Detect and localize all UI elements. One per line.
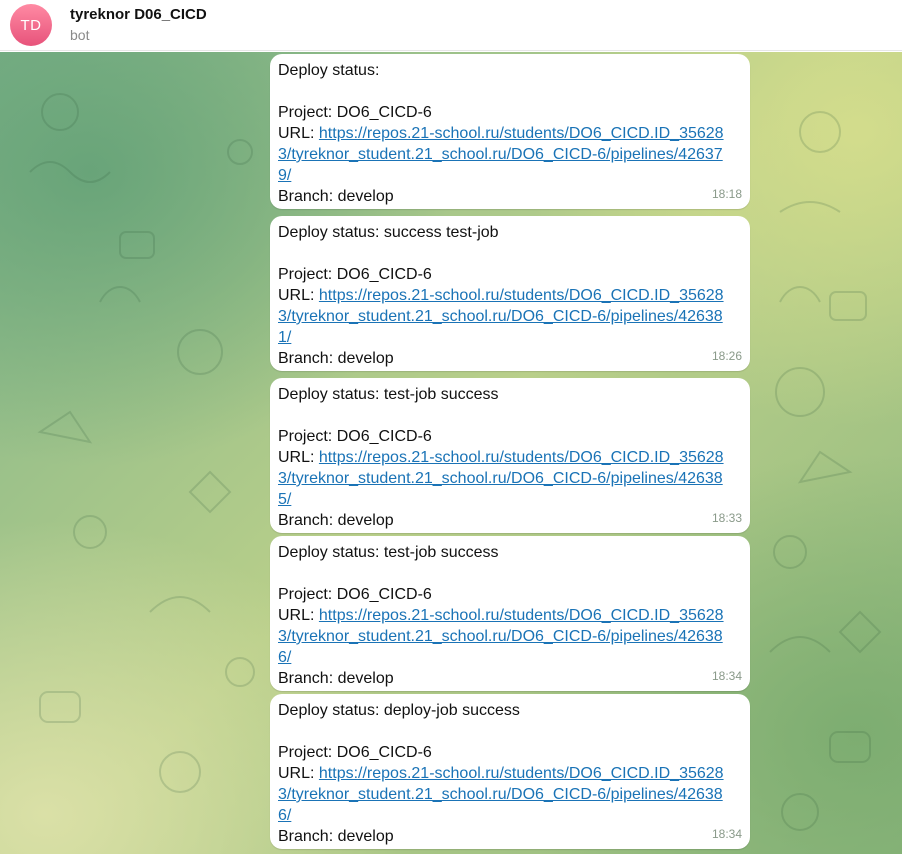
- url-prefix: URL:: [278, 449, 319, 466]
- pipeline-link[interactable]: https://repos.21-school.ru/students/DO6_…: [278, 607, 724, 666]
- message-url-line: URL: https://repos.21-school.ru/students…: [278, 285, 736, 348]
- message-bubble[interactable]: Deploy status: test-job success Project: …: [270, 378, 750, 533]
- message-bubble[interactable]: Deploy status: deploy-job success Project…: [270, 694, 750, 849]
- message-url-line: URL: https://repos.21-school.ru/students…: [278, 447, 736, 510]
- message-spacer: [278, 243, 736, 264]
- message-project: Project: DO6_CICD-6: [278, 586, 432, 603]
- message-project: Project: DO6_CICD-6: [278, 104, 432, 121]
- message-status: Deploy status:: [278, 62, 380, 79]
- message-url-line: URL: https://repos.21-school.ru/students…: [278, 763, 736, 826]
- message-status: Deploy status: deploy-job success: [278, 702, 520, 719]
- message-status: Deploy status: success test-job: [278, 224, 499, 241]
- message-status: Deploy status: test-job success: [278, 544, 499, 561]
- chat-subtitle: bot: [70, 27, 90, 43]
- message-timestamp: 18:26: [711, 349, 742, 363]
- message-branch: Branch: develop: [278, 512, 394, 529]
- pipeline-link[interactable]: https://repos.21-school.ru/students/DO6_…: [278, 449, 724, 508]
- message-status: Deploy status: test-job success: [278, 386, 499, 403]
- chat-header: TD tyreknor D06_CICD bot: [0, 0, 902, 51]
- pipeline-link[interactable]: https://repos.21-school.ru/students/DO6_…: [278, 765, 724, 824]
- avatar[interactable]: TD: [10, 4, 52, 46]
- message-branch: Branch: develop: [278, 828, 394, 845]
- message-timestamp: 18:34: [711, 827, 742, 841]
- message-timestamp: 18:34: [711, 669, 742, 683]
- message-bubble[interactable]: Deploy status: success test-job Project: …: [270, 216, 750, 371]
- pipeline-link[interactable]: https://repos.21-school.ru/students/DO6_…: [278, 287, 724, 346]
- message-spacer: [278, 563, 736, 584]
- message-url-line: URL: https://repos.21-school.ru/students…: [278, 605, 736, 668]
- message-timestamp: 18:33: [711, 511, 742, 525]
- chat-title[interactable]: tyreknor D06_CICD: [70, 6, 207, 23]
- message-timestamp: 18:18: [711, 187, 742, 201]
- message-project: Project: DO6_CICD-6: [278, 428, 432, 445]
- url-prefix: URL:: [278, 287, 319, 304]
- pipeline-link[interactable]: https://repos.21-school.ru/students/DO6_…: [278, 125, 724, 184]
- message-url-line: URL: https://repos.21-school.ru/students…: [278, 123, 736, 186]
- message-branch: Branch: develop: [278, 350, 394, 367]
- message-spacer: [278, 81, 736, 102]
- url-prefix: URL:: [278, 125, 319, 142]
- message-project: Project: DO6_CICD-6: [278, 266, 432, 283]
- message-project: Project: DO6_CICD-6: [278, 744, 432, 761]
- message-branch: Branch: develop: [278, 670, 394, 687]
- url-prefix: URL:: [278, 607, 319, 624]
- message-bubble[interactable]: Deploy status: Project: DO6_CICD-6 URL: ht…: [270, 54, 750, 209]
- url-prefix: URL:: [278, 765, 319, 782]
- message-spacer: [278, 405, 736, 426]
- message-bubble[interactable]: Deploy status: test-job success Project: …: [270, 536, 750, 691]
- message-spacer: [278, 721, 736, 742]
- message-branch: Branch: develop: [278, 188, 394, 205]
